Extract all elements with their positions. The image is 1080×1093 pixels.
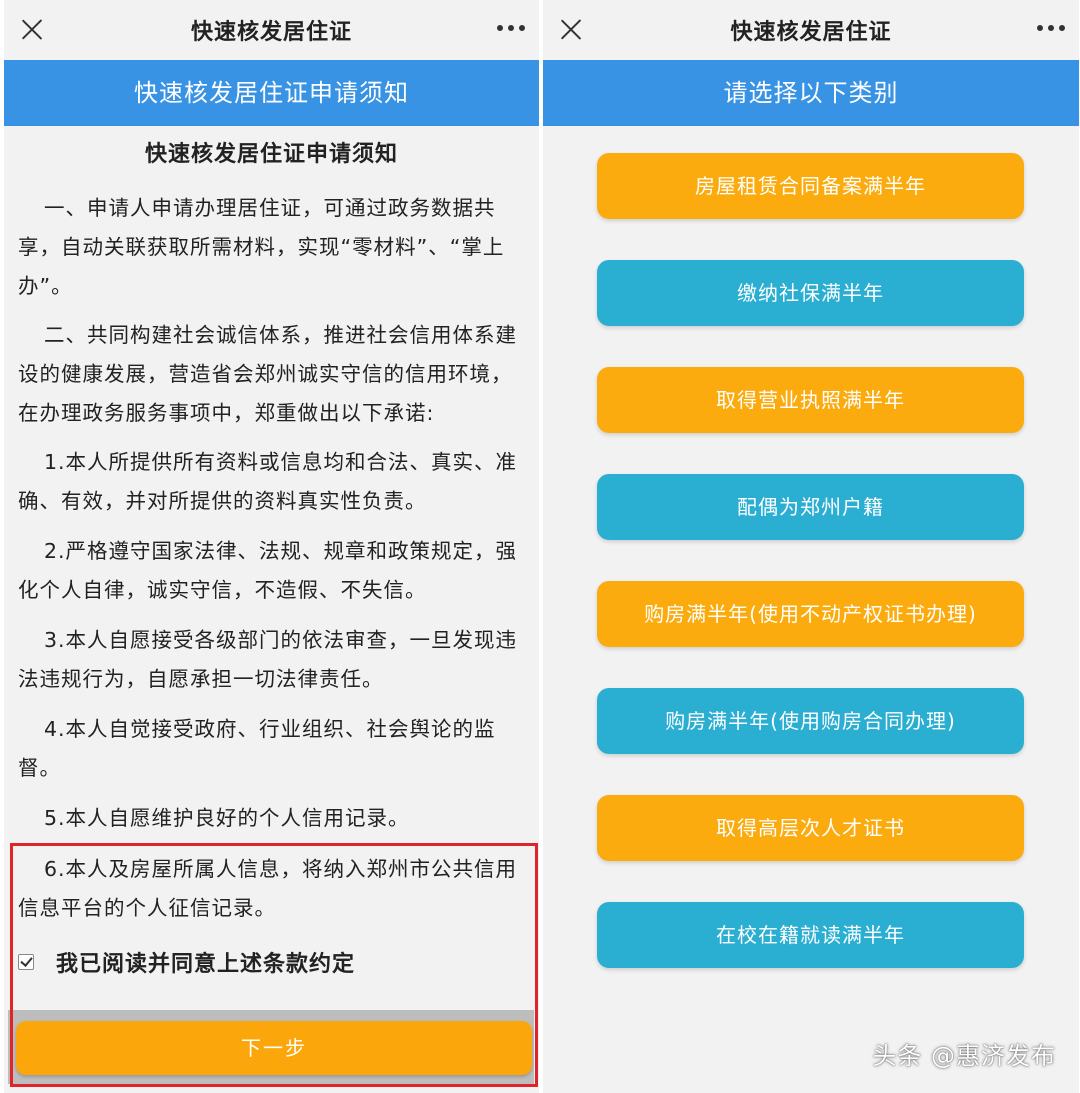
option-spouse-hukou-button[interactable]: 配偶为郑州户籍 (597, 474, 1024, 540)
right-page-header: 请选择以下类别 (543, 60, 1079, 126)
notice-title: 快速核发居住证申请须知 (144, 142, 398, 167)
right-topbar-title: 快速核发居住证 (730, 20, 892, 45)
highlight-frame (10, 843, 538, 1087)
option-social-security-button[interactable]: 缴纳社保满半年 (597, 260, 1024, 326)
left-topbar: 快速核发居住证 (4, 0, 539, 58)
more-icon[interactable] (497, 25, 525, 31)
notice-paragraph-5: 3.本人自愿接受各级部门的依法审查，一旦发现违法违规行为，自愿承担一切法律责任。 (18, 628, 518, 691)
notice-paragraph-3: 1.本人所提供所有资料或信息均和合法、真实、准确、有效，并对所提供的资料真实性负… (18, 450, 518, 513)
more-icon[interactable] (1037, 25, 1065, 31)
option-house-contract-button[interactable]: 购房满半年(使用购房合同办理) (597, 688, 1024, 754)
option-house-certificate-button[interactable]: 购房满半年(使用不动产权证书办理) (597, 581, 1024, 647)
option-rental-contract-button[interactable]: 房屋租赁合同备案满半年 (597, 153, 1024, 219)
option-talent-certificate-button[interactable]: 取得高层次人才证书 (597, 795, 1024, 861)
notice-paragraph-2: 二、共同构建社会诚信体系，推进社会信用体系建设的健康发展，营造省会郑州诚实守信的… (18, 323, 517, 425)
watermark: 头条 @惠济发布 (872, 1042, 1056, 1070)
notice-paragraph-7: 5.本人自愿维护良好的个人信用记录。 (44, 806, 410, 830)
option-business-license-button[interactable]: 取得营业执照满半年 (597, 367, 1024, 433)
notice-paragraph-4: 2.严格遵守国家法律、法规、规章和政策规定，强化个人自律，诚实守信，不造假、不失… (18, 539, 518, 602)
right-screen: 快速核发居住证 请选择以下类别 房屋租赁合同备案满半年 缴纳社保满半年 取得营业… (543, 0, 1079, 1093)
right-topbar: 快速核发居住证 (543, 0, 1079, 58)
left-topbar-title: 快速核发居住证 (190, 20, 352, 45)
option-student-button[interactable]: 在校在籍就读满半年 (597, 902, 1024, 968)
left-page-header: 快速核发居住证申请须知 (4, 60, 539, 126)
left-screen: 快速核发居住证 快速核发居住证申请须知 快速核发居住证申请须知 一、申请人申请办… (4, 0, 539, 1093)
notice-paragraph-1: 一、申请人申请办理居住证，可通过政务数据共享，自动关联获取所需材料，实现“零材料… (18, 196, 505, 298)
notice-paragraph-6: 4.本人自觉接受政府、行业组织、社会舆论的监督。 (18, 717, 496, 780)
